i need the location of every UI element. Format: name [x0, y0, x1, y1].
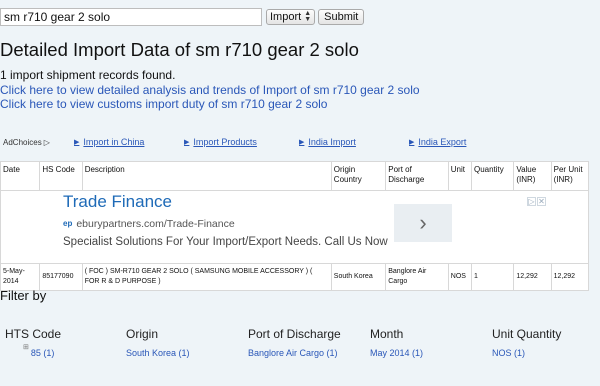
ad-url-prefix: ep	[63, 219, 73, 228]
cell-unit: NOS	[447, 263, 472, 291]
column-header: Description	[81, 161, 332, 191]
ad-marks[interactable]: ▷ ✕	[527, 197, 546, 206]
filter-heading: Month	[370, 327, 404, 341]
filter-heading: Unit Quantity	[492, 327, 562, 341]
ad-link-label: Import in China	[83, 137, 145, 147]
triangle-right-icon: ▶	[299, 139, 305, 146]
triangle-right-icon: ▶	[184, 139, 190, 146]
column-header: Quantity	[470, 161, 515, 191]
column-header: Per Unit (INR)	[550, 161, 590, 191]
cell-date: 5-May-2014	[0, 263, 41, 291]
adchoices-icon: ▷	[43, 138, 50, 147]
cell-description: ( FOC ) SM-R710 GEAR 2 SOLO ( SAMSUNG MO…	[81, 263, 332, 291]
filter-option[interactable]: NOS (1)	[492, 348, 561, 358]
ad-link-label: India Import	[308, 137, 356, 147]
column-header: Origin Country	[330, 161, 387, 191]
records-count: 1 import shipment records found.	[0, 68, 176, 82]
ad-link-india-export[interactable]: ▶ India Export	[409, 137, 466, 147]
filter-option[interactable]: May 2014 (1)	[370, 348, 423, 358]
search-input[interactable]	[0, 8, 262, 26]
cell-per-unit: 12,292	[550, 263, 590, 291]
ad-url[interactable]: ep eburypartners.com/Trade-Finance	[63, 218, 235, 230]
filter-month: Month May 2014 (1)	[370, 327, 423, 358]
filter-option[interactable]: South Korea (1)	[126, 348, 190, 358]
filter-title: Filter by	[0, 288, 47, 303]
submit-button[interactable]: Submit	[318, 9, 365, 25]
import-duty-link[interactable]: Click here to view customs import duty o…	[0, 97, 327, 111]
triangle-right-icon: ▶	[409, 139, 415, 146]
search-type-value: Import	[270, 11, 302, 23]
filter-hts-code: HTS Code ⊞ 85 (1)	[5, 327, 61, 358]
page-title: Detailed Import Data of sm r710 gear 2 s…	[0, 39, 359, 60]
ad-info-icon[interactable]: ▷	[527, 197, 536, 206]
import-data-table: Date HS Code Description Origin Country …	[0, 161, 590, 291]
trade-finance-ad[interactable]: Trade Finance ep eburypartners.com/Trade…	[3, 193, 586, 260]
adchoices-label[interactable]: AdChoices ▷	[3, 138, 50, 147]
cell-hs-code: 85177090	[39, 263, 83, 291]
table-row: 5-May-2014 85177090 ( FOC ) SM-R710 GEAR…	[0, 263, 590, 291]
ad-link-label: Import Products	[193, 137, 257, 147]
ad-row: Trade Finance ep eburypartners.com/Trade…	[0, 190, 589, 264]
cell-origin: South Korea	[330, 263, 387, 291]
ad-link-label: India Export	[418, 137, 467, 147]
column-header: Date	[0, 161, 41, 191]
filter-option[interactable]: ⊞ 85 (1)	[23, 344, 61, 358]
filter-port-of-discharge: Port of Discharge Banglore Air Cargo (1)	[248, 327, 341, 358]
search-bar: Import ▲▼ Submit	[0, 7, 365, 27]
cell-quantity: 1	[470, 263, 515, 291]
column-header: Value (INR)	[513, 161, 552, 191]
filter-unit-quantity: Unit Quantity NOS (1)	[492, 327, 561, 358]
select-arrows-icon: ▲ ▼	[304, 10, 312, 23]
expand-plus-icon[interactable]: ⊞	[23, 344, 29, 351]
ad-description: Specialist Solutions For Your Import/Exp…	[63, 236, 388, 248]
ad-links-bar: AdChoices ▷ ▶ Import in China ▶ Import P…	[0, 136, 600, 150]
ad-cell: Trade Finance ep eburypartners.com/Trade…	[0, 190, 589, 264]
ad-title[interactable]: Trade Finance	[63, 193, 172, 210]
column-header: Port of Discharge	[385, 161, 449, 191]
column-header: HS Code	[39, 161, 83, 191]
filter-option[interactable]: Banglore Air Cargo (1)	[248, 348, 341, 358]
search-type-select[interactable]: Import ▲ ▼	[266, 9, 316, 25]
filter-origin: Origin South Korea (1)	[126, 327, 190, 358]
cell-value: 12,292	[513, 263, 552, 291]
analysis-link[interactable]: Click here to view detailed analysis and…	[0, 83, 420, 97]
filter-option-label: 85 (1)	[30, 348, 55, 358]
chevron-right-icon[interactable]: ›	[394, 204, 452, 242]
ad-link-import-products[interactable]: ▶ Import Products	[184, 137, 257, 147]
filter-heading: Origin	[126, 327, 159, 341]
column-header: Unit	[447, 161, 472, 191]
close-icon[interactable]: ✕	[537, 197, 546, 206]
filter-heading: Port of Discharge	[248, 327, 341, 341]
filter-heading: HTS Code	[5, 327, 62, 341]
cell-port: Banglore Air Cargo	[385, 263, 449, 291]
adchoices-text: AdChoices	[3, 138, 42, 147]
ad-link-import-china[interactable]: ▶ Import in China	[74, 137, 144, 147]
triangle-right-icon: ▶	[74, 139, 80, 146]
ad-link-india-import[interactable]: ▶ India Import	[299, 137, 356, 147]
table-header-row: Date HS Code Description Origin Country …	[0, 161, 590, 191]
ad-url-text: eburypartners.com/Trade-Finance	[76, 218, 235, 230]
